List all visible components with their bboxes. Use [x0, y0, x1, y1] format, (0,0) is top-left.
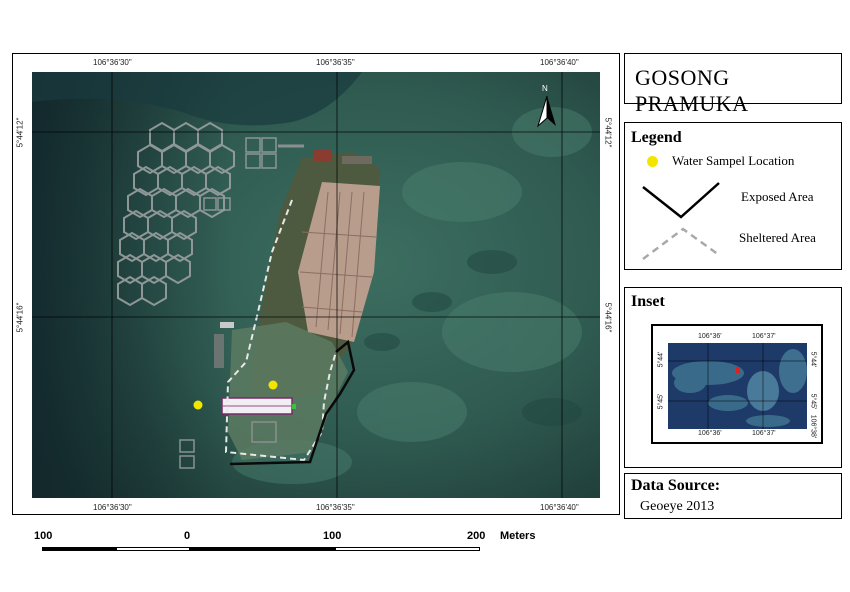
inset-map — [668, 343, 807, 429]
scale-bar-segment — [190, 547, 335, 551]
legend-item-sheltered-area: Sheltered Area — [739, 230, 816, 245]
satellite-map — [32, 72, 600, 498]
scale-unit: Meters — [500, 530, 536, 542]
inset-right-coord-1: 5°44' — [809, 351, 817, 368]
inset-heading: Inset — [631, 293, 665, 310]
map-bottom-coord-3: 106°36'40" — [540, 503, 579, 512]
scale-bar-segment — [42, 547, 116, 551]
exposed-area-symbol-icon — [642, 182, 720, 219]
inset-left-coord-1: 5°44' — [657, 351, 665, 368]
map-top-coord-2: 106°36'35" — [316, 58, 355, 67]
data-source-heading: Data Source: — [631, 477, 721, 494]
legend-heading: Legend — [631, 129, 682, 146]
map-top-coord-3: 106°36'40" — [540, 58, 579, 67]
data-source-panel: Data Source: Geoeye 2013 — [624, 473, 842, 519]
water-sample-point — [193, 400, 203, 410]
scale-label-100: 100 — [323, 530, 342, 542]
scale-bar-segment — [335, 547, 480, 551]
title-panel: GOSONG PRAMUKA — [624, 53, 842, 116]
inset-right-coord-3: 106°38' — [809, 414, 817, 439]
map-left-coord-2: 5°44'16" — [15, 302, 25, 333]
inset-bottom-coord-2: 106°37' — [752, 430, 776, 437]
map-top-coord-1: 106°36'30" — [93, 58, 132, 67]
inset-left-coord-2: 5°45' — [657, 393, 665, 410]
map-title: GOSONG PRAMUKA — [635, 65, 749, 116]
water-sample-point — [268, 380, 278, 390]
map-right-coord-1: 5°44'12" — [603, 117, 613, 148]
sheltered-area-symbol-icon — [642, 227, 720, 260]
inset-top-coord-1: 106°36' — [698, 333, 722, 340]
scale-bar-segment — [116, 547, 190, 551]
legend-item-water-sample: Water Sampel Location — [672, 153, 795, 168]
inset-bottom-coord-1: 106°36' — [698, 430, 722, 437]
map-bottom-coord-1: 106°36'30" — [93, 503, 132, 512]
north-label: N — [542, 84, 548, 93]
map-left-coord-1: 5°44'12" — [15, 117, 25, 148]
map-bottom-coord-2: 106°36'35" — [316, 503, 355, 512]
inset-panel: Inset 106°36' 106°37' 106°36' 106°37' 5°… — [624, 287, 842, 468]
scale-label-0: 0 — [184, 530, 191, 542]
inset-top-coord-2: 106°37' — [752, 333, 776, 340]
legend-panel: Legend Water Sampel Location Exposed Are… — [624, 122, 842, 270]
legend-item-exposed-area: Exposed Area — [741, 189, 814, 204]
scale-label-left-100: 100 — [34, 530, 53, 542]
data-source-value: Geoeye 2013 — [640, 499, 715, 514]
scale-label-200: 200 — [467, 530, 486, 542]
map-right-coord-2: 5°44'16" — [603, 302, 613, 333]
water-sample-symbol-icon — [647, 156, 658, 167]
